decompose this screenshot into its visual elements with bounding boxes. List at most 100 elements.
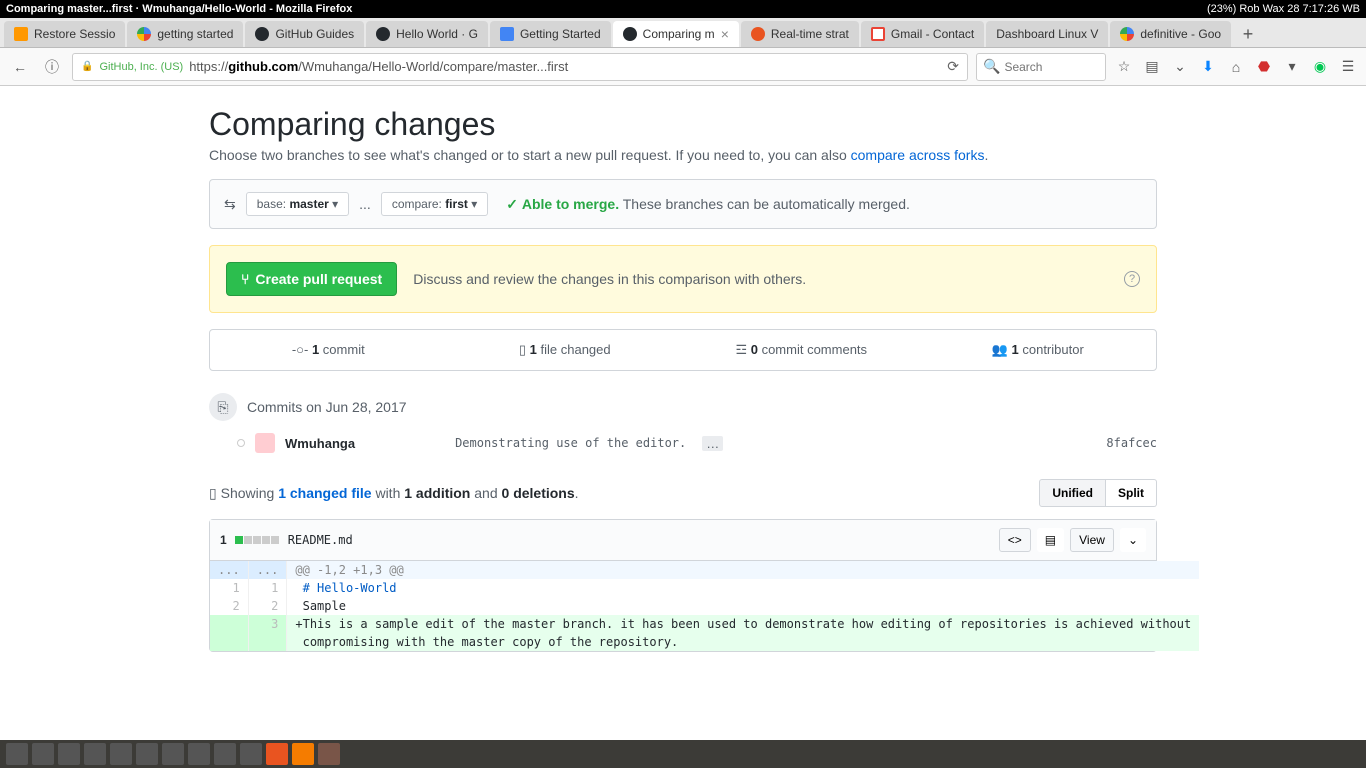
- back-button[interactable]: ←: [8, 55, 32, 79]
- tab-github-guides[interactable]: GitHub Guides: [245, 21, 364, 47]
- tab-getting-started[interactable]: getting started: [127, 21, 243, 47]
- browser-tabstrip: Restore Sessio getting started GitHub Gu…: [0, 18, 1366, 48]
- taskbar-icon[interactable]: [240, 743, 262, 765]
- address-bar[interactable]: 🔒 GitHub, Inc. (US) https://github.com/W…: [72, 53, 968, 81]
- taskbar-icon[interactable]: [188, 743, 210, 765]
- file-icon: ▯: [209, 485, 217, 501]
- changed-files-link[interactable]: 1 changed file: [278, 485, 371, 501]
- adblock-icon[interactable]: ⬣: [1254, 58, 1274, 75]
- people-icon: 👥: [992, 342, 1008, 357]
- diff-view-toggle: Unified Split: [1039, 479, 1157, 507]
- taskbar-icon[interactable]: [136, 743, 158, 765]
- security-info: GitHub, Inc. (US): [99, 61, 183, 73]
- chevron-down-icon[interactable]: ▾: [1282, 58, 1302, 75]
- tab-restore-session[interactable]: Restore Sessio: [4, 21, 125, 47]
- file-icon: ▯: [519, 342, 526, 357]
- commit-row: Wmuhanga Demonstrating use of the editor…: [209, 427, 1157, 459]
- doc-icon: [500, 27, 514, 41]
- pull-request-icon: ⑂: [241, 271, 249, 287]
- view-file-button[interactable]: View: [1070, 528, 1114, 552]
- diff-stats: -○- 1 commit ▯ 1 file changed ☲ 0 commit…: [209, 329, 1157, 371]
- home-icon[interactable]: ⌂: [1226, 59, 1246, 75]
- github-icon: [376, 27, 390, 41]
- create-pr-box: ⑂ Create pull request Discuss and review…: [209, 245, 1157, 313]
- taskbar-icon[interactable]: [84, 743, 106, 765]
- merge-status: Able to merge.: [522, 196, 619, 212]
- diff-line: Sample: [287, 597, 1199, 615]
- reload-button[interactable]: ⟳: [947, 58, 959, 75]
- github-icon: [255, 27, 269, 41]
- commit-group-icon: ⎘: [209, 393, 237, 421]
- taskbar-icon[interactable]: [32, 743, 54, 765]
- firefox-taskbar-icon[interactable]: [266, 743, 288, 765]
- avatar[interactable]: [255, 433, 275, 453]
- os-taskbar: [0, 740, 1366, 768]
- stat-contributors: 👥 1 contributor: [920, 330, 1157, 370]
- library-icon[interactable]: ▤: [1142, 58, 1162, 75]
- taskbar-icon[interactable]: [162, 743, 184, 765]
- pocket-icon[interactable]: ⌄: [1170, 58, 1190, 75]
- close-icon[interactable]: ×: [721, 26, 729, 42]
- rendered-view-button[interactable]: ▤: [1037, 528, 1064, 552]
- base-branch-button[interactable]: base: master ▾: [246, 192, 349, 216]
- diff-lines-count: 1: [220, 533, 227, 547]
- tab-comparing[interactable]: Comparing m×: [613, 21, 739, 47]
- pr-description: Discuss and review the changes in this c…: [413, 271, 806, 287]
- diff-table: ......@@ -1,2 +1,3 @@ 11 # Hello-World 2…: [210, 561, 1199, 651]
- diff-filename[interactable]: README.md: [288, 533, 353, 547]
- download-icon[interactable]: ⬇: [1198, 58, 1218, 75]
- taskbar-icon[interactable]: [214, 743, 236, 765]
- diff-line-added: +This is a sample edit of the master bra…: [287, 615, 1199, 633]
- compare-branch-button[interactable]: compare: first ▾: [381, 192, 488, 216]
- chevron-down-icon[interactable]: ⌄: [1120, 528, 1146, 552]
- merge-check-icon: ✓: [506, 196, 518, 212]
- hunk-header: @@ -1,2 +1,3 @@: [287, 561, 1199, 579]
- google-icon: [1120, 27, 1134, 41]
- warning-icon: [14, 27, 28, 41]
- search-input[interactable]: [1004, 60, 1094, 74]
- compare-branches-box: ⇆ base: master ▾ ... compare: first ▾ ✓ …: [209, 179, 1157, 229]
- tab-dashboard[interactable]: Dashboard Linux V: [986, 21, 1108, 47]
- unified-button[interactable]: Unified: [1039, 479, 1106, 507]
- bookmark-star-icon[interactable]: ☆: [1114, 58, 1134, 75]
- tab-gdocs[interactable]: Getting Started: [490, 21, 611, 47]
- commit-author[interactable]: Wmuhanga: [285, 436, 355, 451]
- source-view-button[interactable]: <>: [999, 528, 1031, 552]
- tab-gmail[interactable]: Gmail - Contact: [861, 21, 984, 47]
- commit-sha[interactable]: 8fafcec: [1106, 436, 1157, 450]
- tray-status: (23%) Rob Wax 28 7:17:26 WB: [1207, 3, 1360, 15]
- gmail-icon: [871, 27, 885, 41]
- grammarly-icon[interactable]: ◉: [1310, 58, 1330, 75]
- taskbar-icon[interactable]: [292, 743, 314, 765]
- stat-files: ▯ 1 file changed: [447, 330, 684, 370]
- timeline-dot-icon: [237, 439, 245, 447]
- taskbar-icon[interactable]: [6, 743, 28, 765]
- tab-rts[interactable]: Real-time strat: [741, 21, 859, 47]
- tab-hello-world[interactable]: Hello World · G: [366, 21, 488, 47]
- page-title: Comparing changes: [209, 106, 1157, 143]
- url-text: https://github.com/Wmuhanga/Hello-World/…: [189, 59, 568, 74]
- search-box[interactable]: 🔍: [976, 53, 1106, 81]
- help-icon[interactable]: ?: [1124, 271, 1140, 287]
- taskbar-icon[interactable]: [110, 743, 132, 765]
- git-compare-icon: ⇆: [224, 196, 236, 213]
- stat-comments: ☲ 0 commit comments: [683, 330, 920, 370]
- taskbar-icon[interactable]: [318, 743, 340, 765]
- expand-commit-button[interactable]: …: [702, 436, 723, 451]
- tab-definitive[interactable]: definitive - Goo: [1110, 21, 1231, 47]
- ubuntu-icon: [751, 27, 765, 41]
- split-button[interactable]: Split: [1106, 479, 1157, 507]
- changes-summary: ▯ Showing 1 changed file with 1 addition…: [209, 485, 579, 502]
- commit-icon: -○-: [292, 342, 309, 357]
- info-button[interactable]: ⓘ: [40, 55, 64, 79]
- search-icon: 🔍: [983, 58, 1000, 75]
- create-pull-request-button[interactable]: ⑂ Create pull request: [226, 262, 397, 296]
- compare-across-forks-link[interactable]: compare across forks: [851, 147, 985, 163]
- merge-desc: These branches can be automatically merg…: [623, 196, 910, 212]
- new-tab-button[interactable]: +: [1233, 21, 1263, 47]
- menu-icon[interactable]: ☰: [1338, 58, 1358, 75]
- compare-dots: ...: [359, 196, 371, 212]
- taskbar-icon[interactable]: [58, 743, 80, 765]
- commit-message[interactable]: Demonstrating use of the editor.: [455, 436, 686, 450]
- diff-file: 1 README.md <> ▤ View ⌄ ......@@ -1,2 +1…: [209, 519, 1157, 652]
